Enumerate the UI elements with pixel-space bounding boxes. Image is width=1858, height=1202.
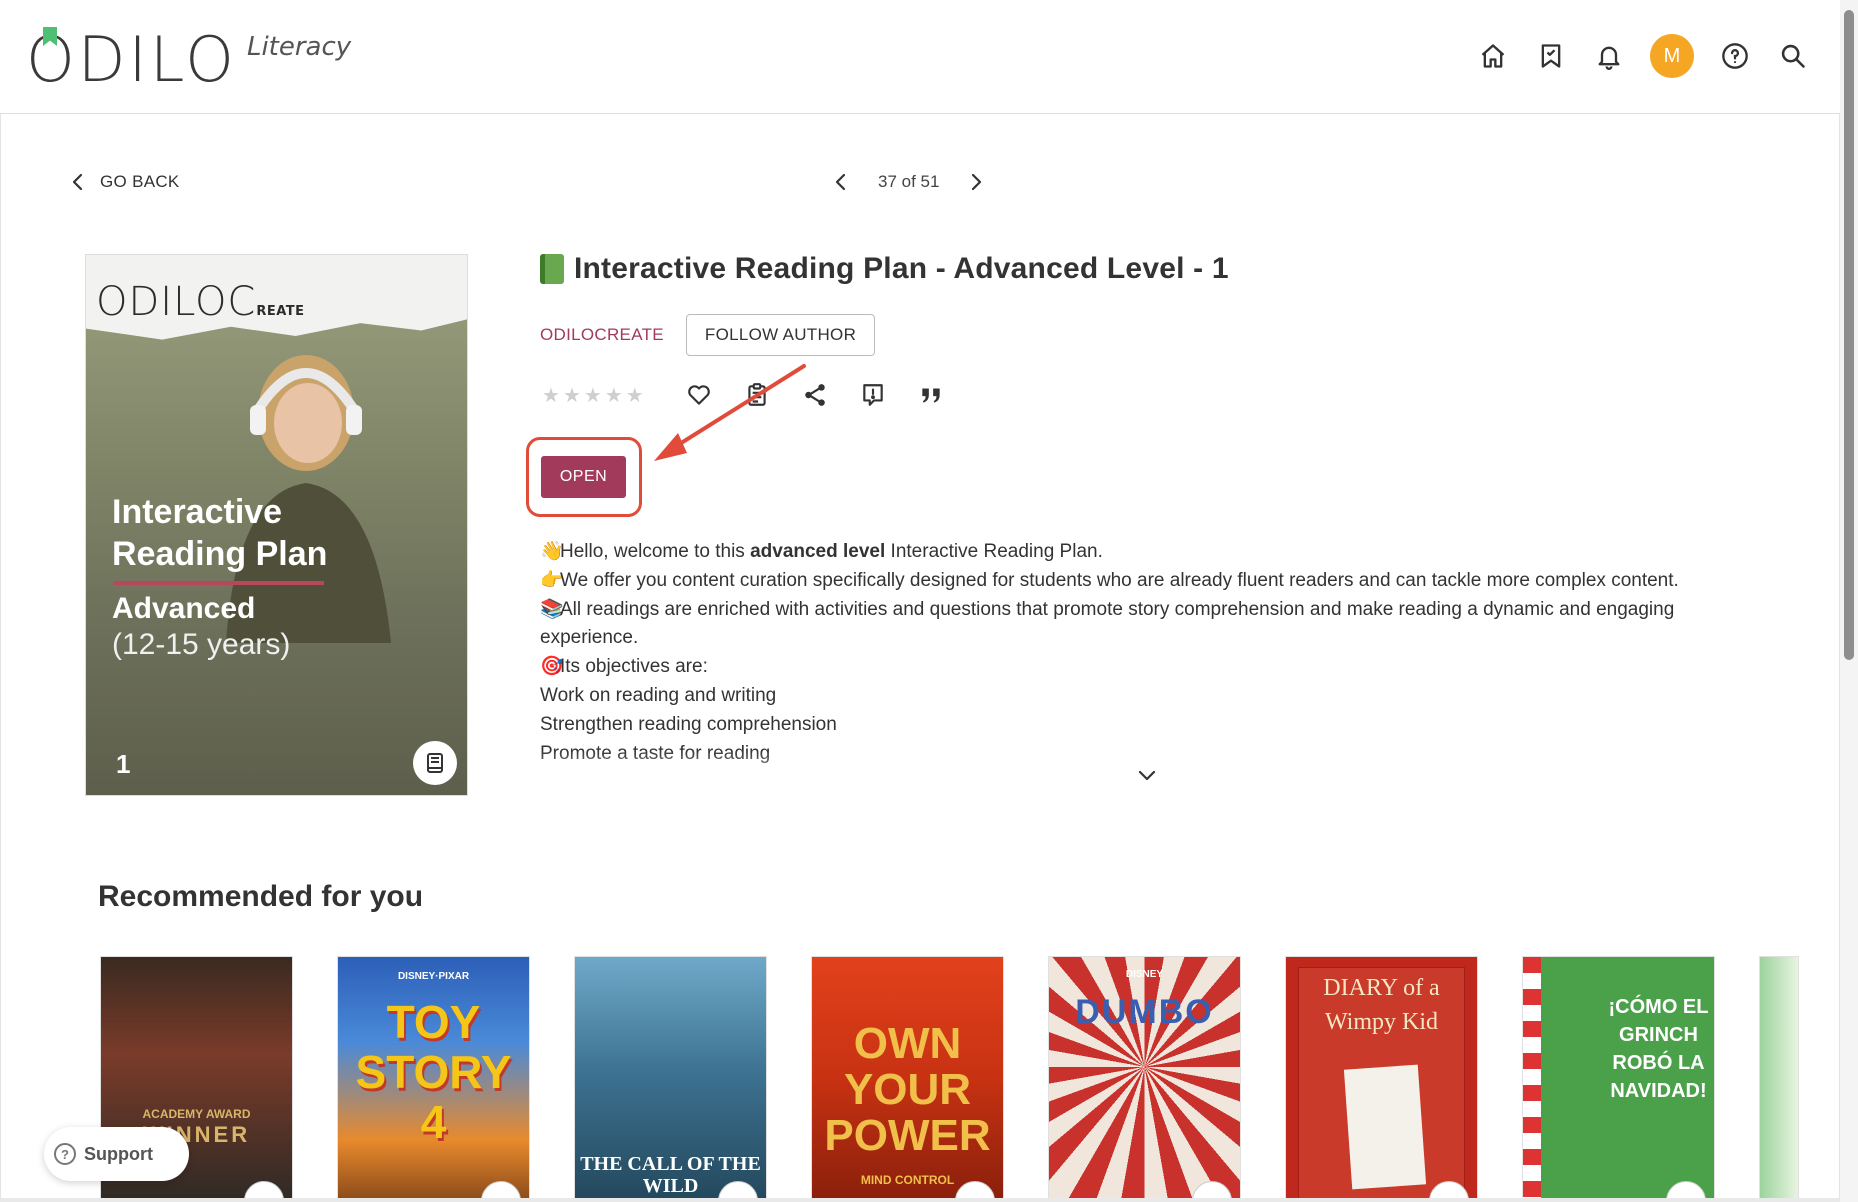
description-line: 👉We offer you content curation specifica… — [540, 567, 1770, 596]
page: ODILO Literacy M GO BACK 37 of 51 ODILOC… — [0, 0, 1858, 1202]
title-row: Interactive Reading Plan - Advanced Leve… — [540, 252, 1229, 286]
waving-hand-icon: 👋 — [540, 541, 564, 562]
description-line: Work on reading and writing — [540, 684, 777, 706]
book-cover[interactable]: ODILOC REATE Interactive Reading Plan Adv… — [85, 254, 468, 796]
green-book-icon — [540, 254, 564, 284]
recommended-heading: Recommended for you — [98, 880, 424, 913]
rating-stars[interactable]: ★ ★ ★ ★ ★ — [542, 383, 644, 408]
books-icon: 📚 — [540, 598, 564, 620]
description-line: 📚All readings are enriched with activiti… — [540, 596, 1770, 654]
report-icon[interactable] — [856, 378, 890, 412]
open-button[interactable]: OPEN — [541, 456, 626, 498]
cover-logo: ODILOC REATE — [96, 279, 305, 325]
star-icon[interactable]: ★ — [542, 383, 560, 408]
recommended-item[interactable] — [1759, 956, 1799, 1202]
pointing-hand-icon: 👉 — [540, 569, 564, 591]
logo-text: ODILO — [26, 23, 237, 96]
cover-logo-text: ODILOC — [96, 279, 257, 325]
previous-item-button[interactable] — [830, 170, 852, 194]
description-line: 🎯Its objectives are: — [540, 653, 1770, 682]
search-icon[interactable] — [1776, 39, 1810, 73]
cover-divider — [114, 581, 324, 585]
annotation-arrow — [654, 364, 806, 461]
logo-wordmark: ODILO — [26, 27, 237, 91]
next-item-button[interactable] — [965, 170, 987, 194]
help-circle-icon: ? — [54, 1143, 76, 1165]
book-title: Interactive Reading Plan - Advanced Leve… — [574, 252, 1229, 285]
go-back-button[interactable]: GO BACK — [70, 172, 180, 192]
logo-subtitle: Literacy — [246, 32, 352, 62]
recommended-item[interactable]: DISNEY·PIXAR TOY STORY 4 — [337, 956, 530, 1202]
recommended-item[interactable]: ¡CÓMO EL GRINCH ROBÓ LA NAVIDAD! — [1522, 956, 1715, 1202]
recommended-item[interactable]: THE CALL OF THE WILD — [574, 956, 767, 1202]
chevron-left-icon — [72, 173, 83, 191]
cover-title: Interactive Reading Plan — [112, 491, 327, 575]
description-line: 👋Hello, welcome to this advanced level I… — [540, 538, 1770, 567]
target-icon: 🎯 — [540, 656, 564, 678]
top-header: ODILO Literacy M — [0, 0, 1840, 114]
card-title: DIARY of a Wimpy Kid — [1323, 975, 1440, 1035]
chevron-right-icon — [972, 173, 982, 191]
pager-count: 37 of 51 — [878, 172, 940, 191]
star-icon[interactable]: ★ — [563, 383, 581, 408]
card-subtitle: ACADEMY AWARD — [142, 1107, 251, 1121]
recommended-carousel: ACADEMY AWARD WINNER DISNEY·PIXAR TOY ST… — [100, 956, 1800, 1202]
support-label: Support — [84, 1143, 153, 1164]
avatar[interactable]: M — [1650, 34, 1694, 78]
cover-level: Advanced — [112, 592, 256, 625]
expand-description-chevron-down-icon[interactable] — [1134, 764, 1160, 786]
cover-number: 1 — [116, 749, 131, 779]
author-row: ODILOCREATE FOLLOW AUTHOR — [540, 314, 876, 356]
go-back-label: GO BACK — [100, 172, 180, 191]
recommended-item[interactable]: DIARY of a Wimpy Kid — [1285, 956, 1478, 1202]
recommended-item[interactable]: OWN YOUR POWER MIND CONTROL — [811, 956, 1004, 1202]
support-button[interactable]: ? Support — [44, 1127, 189, 1181]
card-title: TOY STORY 4 — [355, 996, 512, 1148]
page-scrollbar[interactable] — [1840, 0, 1858, 1202]
cover-age: (12-15 years) — [112, 628, 291, 661]
avatar-initial: M — [1650, 34, 1694, 78]
book-format-icon — [413, 741, 457, 785]
cover-logo-suffix: REATE — [256, 304, 305, 319]
bookmark-list-icon[interactable] — [1534, 39, 1568, 73]
recommended-item[interactable]: DISNEY DUMBO — [1048, 956, 1241, 1202]
description-line: Strengthen reading comprehension — [540, 713, 837, 735]
home-icon[interactable] — [1476, 39, 1510, 73]
help-icon[interactable] — [1718, 39, 1752, 73]
card-title: OWN YOUR POWER — [824, 1019, 991, 1160]
author-link[interactable]: ODILOCREATE — [540, 325, 664, 345]
app-logo[interactable]: ODILO Literacy — [26, 27, 352, 91]
scrollbar-thumb[interactable] — [1844, 10, 1854, 660]
card-subtitle: DISNEY·PIXAR — [397, 971, 470, 982]
card-title: ¡CÓMO EL GRINCH ROBÓ LA NAVIDAD! — [1608, 996, 1709, 1102]
cover-title-line1: Interactive — [112, 493, 283, 531]
cover-title-line2: Reading Plan — [112, 535, 328, 573]
header-icons: M — [1476, 34, 1810, 78]
bell-icon[interactable] — [1592, 39, 1626, 73]
card-subtitle: DISNEY — [1125, 969, 1164, 980]
follow-author-button[interactable]: FOLLOW AUTHOR — [685, 314, 876, 356]
quote-icon[interactable] — [914, 378, 948, 412]
bottom-divider — [0, 1198, 1840, 1202]
pager: 37 of 51 — [830, 170, 987, 194]
star-icon[interactable]: ★ — [584, 383, 602, 408]
star-icon[interactable]: ★ — [605, 383, 623, 408]
chevron-left-icon — [835, 173, 846, 191]
card-title: DUMBO — [1075, 993, 1214, 1031]
